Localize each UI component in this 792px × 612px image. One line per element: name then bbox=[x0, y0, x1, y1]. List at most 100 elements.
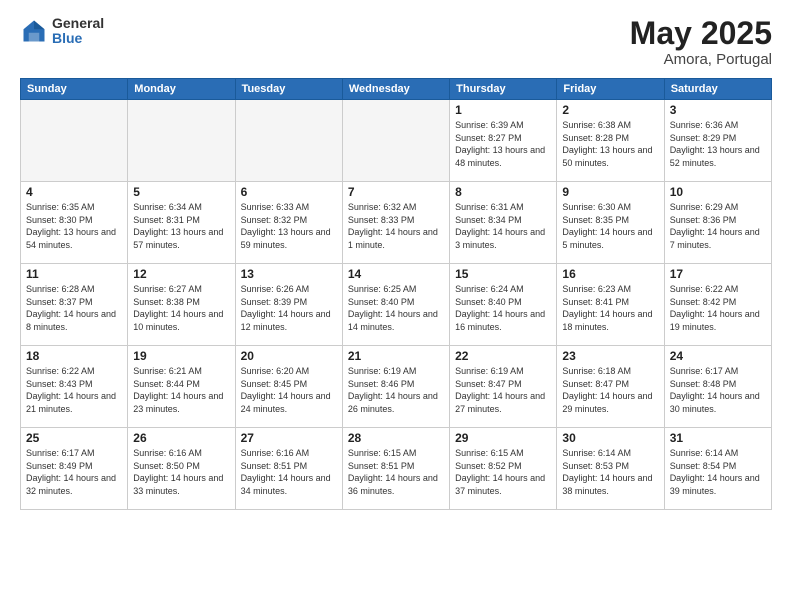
table-row: 23Sunrise: 6:18 AM Sunset: 8:47 PM Dayli… bbox=[557, 346, 664, 428]
day-info: Sunrise: 6:27 AM Sunset: 8:38 PM Dayligh… bbox=[133, 283, 229, 333]
day-info: Sunrise: 6:35 AM Sunset: 8:30 PM Dayligh… bbox=[26, 201, 122, 251]
day-number: 19 bbox=[133, 349, 229, 363]
day-number: 25 bbox=[26, 431, 122, 445]
day-info: Sunrise: 6:15 AM Sunset: 8:51 PM Dayligh… bbox=[348, 447, 444, 497]
day-number: 10 bbox=[670, 185, 766, 199]
day-number: 21 bbox=[348, 349, 444, 363]
day-info: Sunrise: 6:25 AM Sunset: 8:40 PM Dayligh… bbox=[348, 283, 444, 333]
day-number: 3 bbox=[670, 103, 766, 117]
day-info: Sunrise: 6:17 AM Sunset: 8:49 PM Dayligh… bbox=[26, 447, 122, 497]
day-number: 7 bbox=[348, 185, 444, 199]
day-number: 1 bbox=[455, 103, 551, 117]
day-number: 28 bbox=[348, 431, 444, 445]
day-info: Sunrise: 6:32 AM Sunset: 8:33 PM Dayligh… bbox=[348, 201, 444, 251]
calendar-week-row: 1Sunrise: 6:39 AM Sunset: 8:27 PM Daylig… bbox=[21, 100, 772, 182]
table-row bbox=[342, 100, 449, 182]
header-tuesday: Tuesday bbox=[235, 79, 342, 100]
day-number: 20 bbox=[241, 349, 337, 363]
table-row: 12Sunrise: 6:27 AM Sunset: 8:38 PM Dayli… bbox=[128, 264, 235, 346]
day-number: 4 bbox=[26, 185, 122, 199]
logo: General Blue bbox=[20, 16, 104, 47]
title-month: May 2025 bbox=[630, 16, 772, 51]
day-info: Sunrise: 6:26 AM Sunset: 8:39 PM Dayligh… bbox=[241, 283, 337, 333]
day-number: 14 bbox=[348, 267, 444, 281]
table-row: 16Sunrise: 6:23 AM Sunset: 8:41 PM Dayli… bbox=[557, 264, 664, 346]
table-row: 22 Sunrise: 6:19 AM Sunset: 8:47 PM Dayli… bbox=[450, 346, 557, 428]
day-info: Sunrise: 6:16 AM Sunset: 8:50 PM Dayligh… bbox=[133, 447, 229, 497]
day-number: 27 bbox=[241, 431, 337, 445]
day-info: Sunrise: 6:33 AM Sunset: 8:32 PM Dayligh… bbox=[241, 201, 337, 251]
table-row: 21 Sunrise: 6:19 AM Sunset: 8:46 PM Dayli… bbox=[342, 346, 449, 428]
table-row: 7 Sunrise: 6:32 AM Sunset: 8:33 PM Daylig… bbox=[342, 182, 449, 264]
table-row: 2Sunrise: 6:38 AM Sunset: 8:28 PM Daylig… bbox=[557, 100, 664, 182]
header-wednesday: Wednesday bbox=[342, 79, 449, 100]
day-info: Sunrise: 6:30 AM Sunset: 8:35 PM Dayligh… bbox=[562, 201, 658, 251]
day-info: Sunrise: 6:14 AM Sunset: 8:53 PM Dayligh… bbox=[562, 447, 658, 497]
table-row: 1Sunrise: 6:39 AM Sunset: 8:27 PM Daylig… bbox=[450, 100, 557, 182]
table-row: 15 Sunrise: 6:24 AM Sunset: 8:40 PM Dayli… bbox=[450, 264, 557, 346]
header-sunday: Sunday bbox=[21, 79, 128, 100]
table-row: 20 Sunrise: 6:20 AM Sunset: 8:45 PM Dayli… bbox=[235, 346, 342, 428]
day-info: Sunrise: 6:19 AM Sunset: 8:46 PM Dayligh… bbox=[348, 365, 444, 415]
title-block: May 2025 Amora, Portugal bbox=[630, 16, 772, 68]
day-number: 15 bbox=[455, 267, 551, 281]
calendar-week-row: 25 Sunrise: 6:17 AM Sunset: 8:49 PM Dayli… bbox=[21, 428, 772, 510]
table-row: 9 Sunrise: 6:30 AM Sunset: 8:35 PM Daylig… bbox=[557, 182, 664, 264]
page: General Blue May 2025 Amora, Portugal Su… bbox=[0, 0, 792, 612]
table-row: 5 Sunrise: 6:34 AM Sunset: 8:31 PM Daylig… bbox=[128, 182, 235, 264]
day-number: 30 bbox=[562, 431, 658, 445]
day-info: Sunrise: 6:22 AM Sunset: 8:42 PM Dayligh… bbox=[670, 283, 766, 333]
table-row bbox=[21, 100, 128, 182]
day-info: Sunrise: 6:16 AM Sunset: 8:51 PM Dayligh… bbox=[241, 447, 337, 497]
header: General Blue May 2025 Amora, Portugal bbox=[20, 16, 772, 68]
day-number: 24 bbox=[670, 349, 766, 363]
title-location: Amora, Portugal bbox=[630, 51, 772, 68]
weekday-header-row: Sunday Monday Tuesday Wednesday Thursday… bbox=[21, 79, 772, 100]
calendar-week-row: 4 Sunrise: 6:35 AM Sunset: 8:30 PM Daylig… bbox=[21, 182, 772, 264]
table-row: 17 Sunrise: 6:22 AM Sunset: 8:42 PM Dayli… bbox=[664, 264, 771, 346]
day-number: 5 bbox=[133, 185, 229, 199]
day-info: Sunrise: 6:28 AM Sunset: 8:37 PM Dayligh… bbox=[26, 283, 122, 333]
day-info: Sunrise: 6:34 AM Sunset: 8:31 PM Dayligh… bbox=[133, 201, 229, 251]
day-info: Sunrise: 6:14 AM Sunset: 8:54 PM Dayligh… bbox=[670, 447, 766, 497]
logo-text: General Blue bbox=[52, 16, 104, 47]
day-info: Sunrise: 6:17 AM Sunset: 8:48 PM Dayligh… bbox=[670, 365, 766, 415]
day-info: Sunrise: 6:19 AM Sunset: 8:47 PM Dayligh… bbox=[455, 365, 551, 415]
table-row: 26 Sunrise: 6:16 AM Sunset: 8:50 PM Dayli… bbox=[128, 428, 235, 510]
day-number: 26 bbox=[133, 431, 229, 445]
calendar-week-row: 18Sunrise: 6:22 AM Sunset: 8:43 PM Dayli… bbox=[21, 346, 772, 428]
day-info: Sunrise: 6:29 AM Sunset: 8:36 PM Dayligh… bbox=[670, 201, 766, 251]
header-friday: Friday bbox=[557, 79, 664, 100]
day-info: Sunrise: 6:20 AM Sunset: 8:45 PM Dayligh… bbox=[241, 365, 337, 415]
day-number: 31 bbox=[670, 431, 766, 445]
header-thursday: Thursday bbox=[450, 79, 557, 100]
table-row: 25 Sunrise: 6:17 AM Sunset: 8:49 PM Dayli… bbox=[21, 428, 128, 510]
day-info: Sunrise: 6:15 AM Sunset: 8:52 PM Dayligh… bbox=[455, 447, 551, 497]
day-number: 23 bbox=[562, 349, 658, 363]
table-row: 24 Sunrise: 6:17 AM Sunset: 8:48 PM Dayli… bbox=[664, 346, 771, 428]
day-info: Sunrise: 6:31 AM Sunset: 8:34 PM Dayligh… bbox=[455, 201, 551, 251]
table-row: 18Sunrise: 6:22 AM Sunset: 8:43 PM Dayli… bbox=[21, 346, 128, 428]
day-number: 22 bbox=[455, 349, 551, 363]
table-row bbox=[128, 100, 235, 182]
table-row: 30 Sunrise: 6:14 AM Sunset: 8:53 PM Dayli… bbox=[557, 428, 664, 510]
day-info: Sunrise: 6:21 AM Sunset: 8:44 PM Dayligh… bbox=[133, 365, 229, 415]
table-row: 11Sunrise: 6:28 AM Sunset: 8:37 PM Dayli… bbox=[21, 264, 128, 346]
logo-icon bbox=[20, 17, 48, 45]
calendar: Sunday Monday Tuesday Wednesday Thursday… bbox=[20, 78, 772, 510]
table-row: 4 Sunrise: 6:35 AM Sunset: 8:30 PM Daylig… bbox=[21, 182, 128, 264]
day-number: 17 bbox=[670, 267, 766, 281]
logo-general-text: General bbox=[52, 16, 104, 31]
day-number: 16 bbox=[562, 267, 658, 281]
day-number: 6 bbox=[241, 185, 337, 199]
day-number: 18 bbox=[26, 349, 122, 363]
table-row: 27 Sunrise: 6:16 AM Sunset: 8:51 PM Dayli… bbox=[235, 428, 342, 510]
table-row: 8Sunrise: 6:31 AM Sunset: 8:34 PM Daylig… bbox=[450, 182, 557, 264]
table-row: 10 Sunrise: 6:29 AM Sunset: 8:36 PM Dayli… bbox=[664, 182, 771, 264]
day-info: Sunrise: 6:36 AM Sunset: 8:29 PM Dayligh… bbox=[670, 119, 766, 169]
day-number: 2 bbox=[562, 103, 658, 117]
table-row: 6 Sunrise: 6:33 AM Sunset: 8:32 PM Daylig… bbox=[235, 182, 342, 264]
day-number: 9 bbox=[562, 185, 658, 199]
table-row: 28 Sunrise: 6:15 AM Sunset: 8:51 PM Dayli… bbox=[342, 428, 449, 510]
day-info: Sunrise: 6:24 AM Sunset: 8:40 PM Dayligh… bbox=[455, 283, 551, 333]
